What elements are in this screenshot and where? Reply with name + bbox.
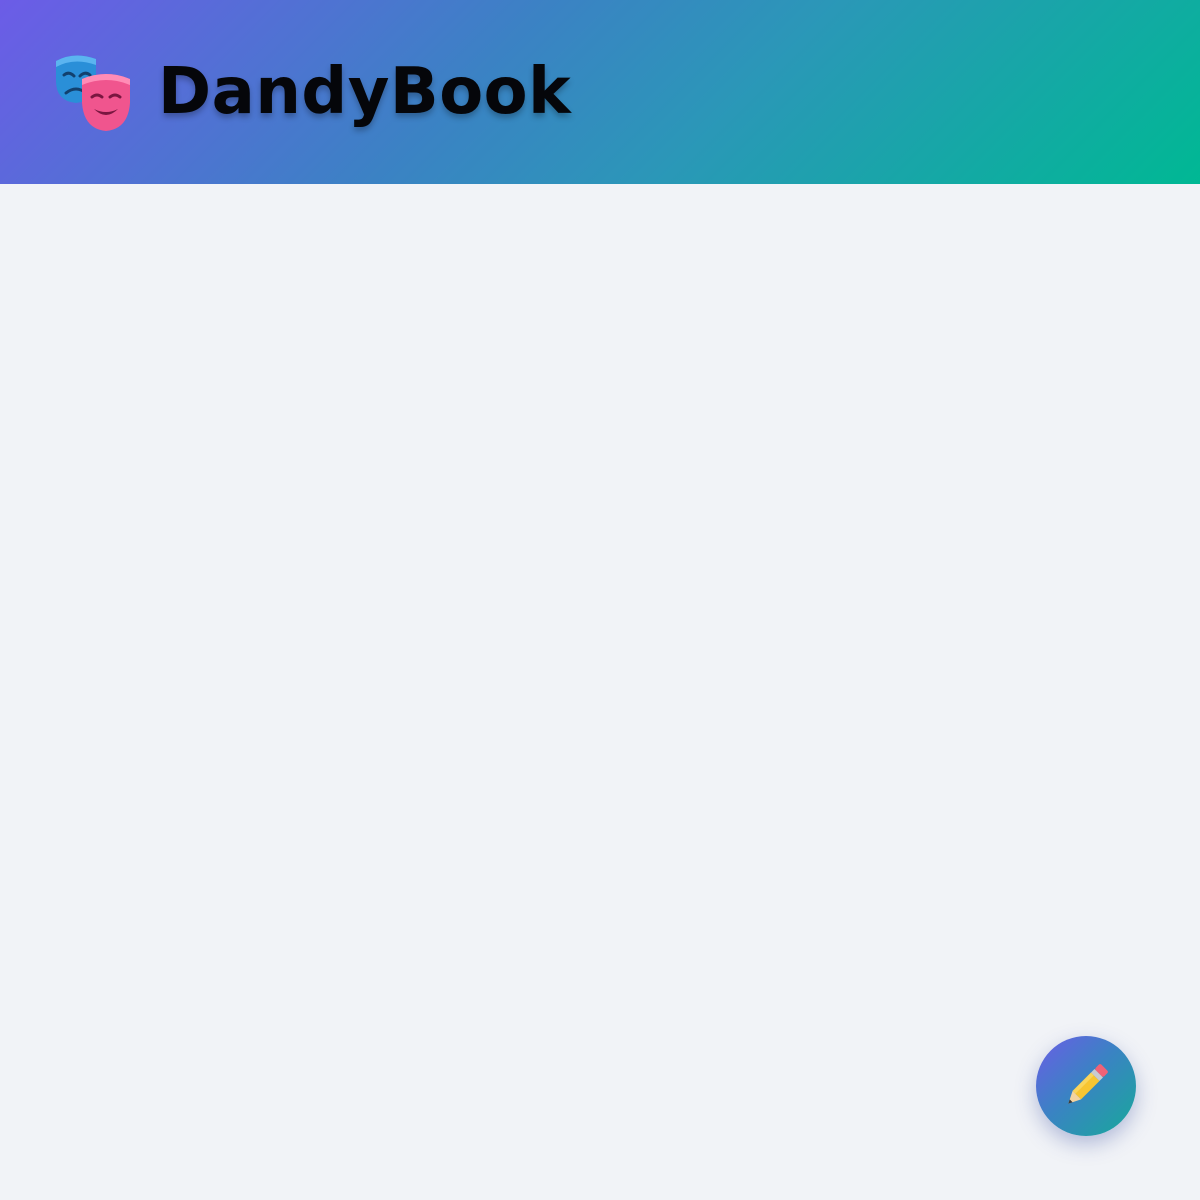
pencil-icon (1058, 1058, 1114, 1114)
theater-masks-icon (52, 51, 134, 133)
app-title: DandyBook (158, 55, 572, 129)
brand-home-link[interactable]: DandyBook (52, 51, 571, 133)
compose-button[interactable] (1036, 1036, 1136, 1136)
app-header: DandyBook (0, 0, 1200, 184)
main-content-area (0, 184, 1200, 1200)
